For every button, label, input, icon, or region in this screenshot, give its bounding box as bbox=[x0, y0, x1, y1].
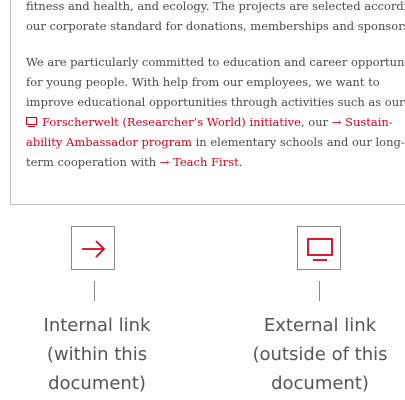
link-sustainability-start[interactable]: Sustain- bbox=[345, 115, 393, 129]
paragraph-line: term cooperation with → Teach First. bbox=[26, 155, 242, 169]
arrow-right-icon bbox=[82, 240, 106, 258]
document-excerpt: fitness and health, and ecology. The pro… bbox=[10, 0, 405, 205]
link-sustainability-end[interactable]: ability Ambassador program bbox=[26, 135, 192, 149]
external-link-legend-icon bbox=[297, 226, 341, 270]
legend-line: (outside of this bbox=[252, 344, 388, 365]
legend-line: (within this bbox=[46, 344, 148, 365]
line-text: , our bbox=[300, 115, 329, 129]
legend-line: External link bbox=[263, 315, 377, 336]
internal-link-icon: → bbox=[331, 115, 342, 129]
paragraph-line: We are particularly committed to educati… bbox=[26, 55, 405, 69]
external-link-icon bbox=[26, 117, 37, 127]
line-text: . bbox=[238, 155, 243, 169]
legend-line: Internal link bbox=[43, 315, 151, 336]
paragraph-line: Forscherwelt (Researcher’s World) initia… bbox=[26, 115, 393, 129]
paragraph-line: ability Ambassador program in elementary… bbox=[26, 135, 405, 149]
paragraph-line: fitness and health, and ecology. The pro… bbox=[26, 0, 405, 13]
legend-connector bbox=[319, 281, 320, 301]
legend-line: document) bbox=[271, 373, 369, 394]
line-text: in elementary schools and our long- bbox=[191, 135, 405, 149]
internal-link-legend-text: Internal link (within this document) bbox=[12, 311, 182, 398]
external-link-legend-text: External link (outside of this document) bbox=[235, 311, 405, 398]
paragraph-line: for young people. With help from our emp… bbox=[26, 75, 380, 89]
monitor-icon bbox=[307, 238, 333, 261]
link-teach-first[interactable]: Teach First bbox=[173, 155, 239, 169]
line-text: term cooperation with bbox=[26, 155, 157, 169]
internal-link-legend-icon bbox=[71, 226, 115, 270]
paragraph-line: improve educational opportunities throug… bbox=[26, 95, 405, 109]
legend-line: document) bbox=[48, 373, 146, 394]
paragraph-line: our corporate standard for donations, me… bbox=[26, 19, 405, 33]
internal-link-icon: → bbox=[159, 155, 170, 169]
link-forscherwelt[interactable]: Forscherwelt (Researcher’s World) initia… bbox=[42, 115, 301, 129]
legend-connector bbox=[94, 281, 95, 301]
